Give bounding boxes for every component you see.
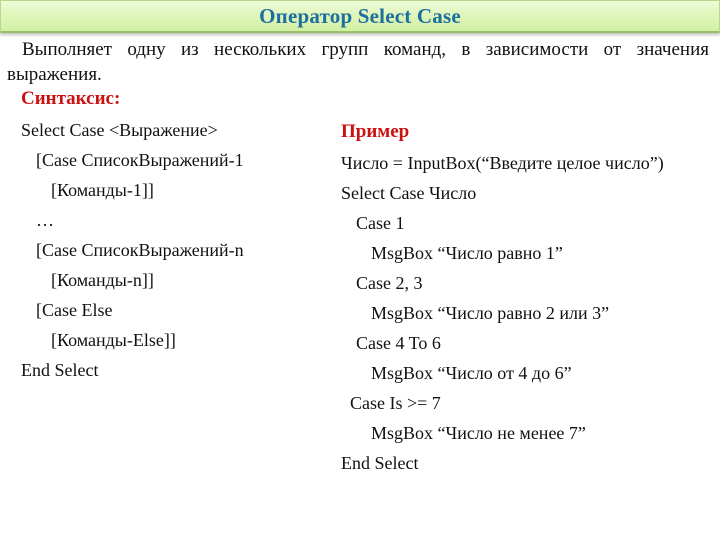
example-line: Select Case Число [341, 183, 477, 203]
example-heading: Пример [341, 121, 410, 142]
example-line: Число = InputBox(“Введите целое число”) [341, 153, 664, 173]
example-line: MsgBox “Число равно 1” [371, 243, 563, 263]
intro-line-1: Выполняет одну из нескольких групп коман… [22, 39, 709, 60]
syntax-line: [Case Else [36, 300, 113, 320]
title-bar: Оператор Select Case [0, 0, 720, 33]
syntax-line: [Case СписокВыражений-n [36, 240, 244, 260]
intro-line-2: выражения. [7, 64, 102, 85]
syntax-line: [Case СписокВыражений-1 [36, 150, 244, 170]
syntax-line: [Команды-Else]] [51, 330, 176, 350]
example-line: Case 2, 3 [356, 273, 423, 293]
example-line: Case 4 To 6 [356, 333, 441, 353]
example-code-block: Число = InputBox(“Введите целое число”) … [341, 148, 664, 478]
example-line: Case Is >= 7 [350, 393, 441, 413]
syntax-code-block: Select Case <Выражение> [Case СписокВыра… [21, 115, 244, 385]
syntax-line: [Команды-1]] [51, 180, 154, 200]
example-line: MsgBox “Число от 4 до 6” [371, 363, 572, 383]
syntax-line: [Команды-n]] [51, 270, 154, 290]
example-line: End Select [341, 453, 419, 473]
example-line: MsgBox “Число равно 2 или 3” [371, 303, 610, 323]
example-line: MsgBox “Число не менее 7” [371, 423, 586, 443]
page-title: Оператор Select Case [259, 4, 461, 28]
syntax-line: … [36, 210, 54, 230]
example-line: Case 1 [356, 213, 405, 233]
syntax-heading: Синтаксис: [21, 88, 121, 109]
intro-paragraph: Выполняет одну из нескольких групп коман… [7, 37, 709, 87]
syntax-line: Select Case <Выражение> [21, 120, 218, 140]
syntax-line: End Select [21, 360, 99, 380]
